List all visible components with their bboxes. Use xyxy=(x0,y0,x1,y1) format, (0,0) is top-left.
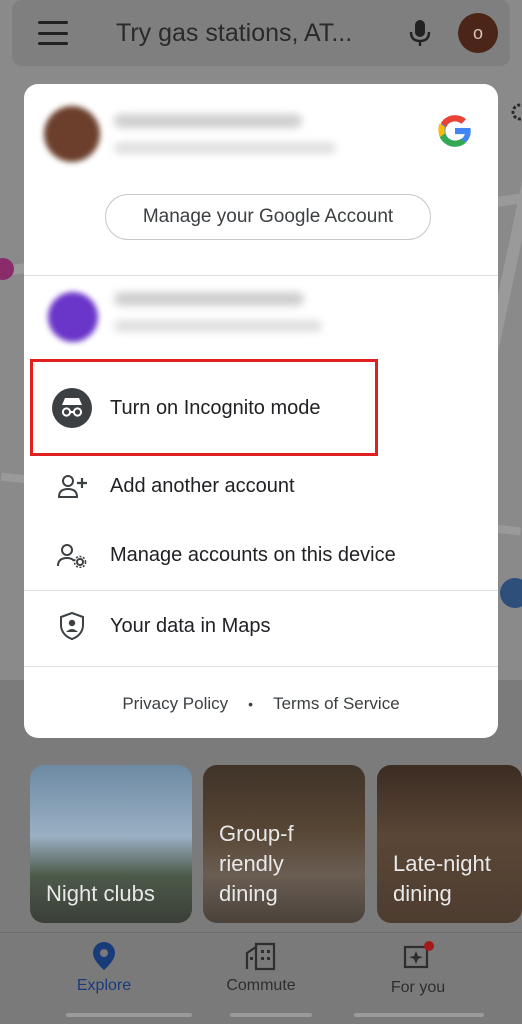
city-icon xyxy=(245,942,276,971)
divider xyxy=(24,590,498,591)
nav-explore[interactable]: Explore xyxy=(44,941,164,1001)
hamburger-menu-icon[interactable] xyxy=(38,21,68,45)
menu-item-label: Turn on Incognito mode xyxy=(110,396,321,419)
menu-item-add-account[interactable]: Add another account xyxy=(24,458,498,514)
account-avatar xyxy=(48,292,98,342)
sparkle-icon xyxy=(403,941,434,969)
secondary-account[interactable] xyxy=(24,274,498,364)
google-logo-icon xyxy=(438,115,473,147)
nav-indicator xyxy=(354,1013,484,1017)
location-pin-icon xyxy=(93,942,115,970)
tile-late-night-dining[interactable]: Late-night dining xyxy=(377,765,522,923)
tile-label: Night clubs xyxy=(46,881,155,906)
settings-gear-icon[interactable] xyxy=(508,100,522,124)
tile-label: Late-night dining xyxy=(393,851,491,906)
privacy-policy-link[interactable]: Privacy Policy xyxy=(122,694,228,714)
search-input[interactable]: Try gas stations, AT... xyxy=(116,19,408,48)
divider xyxy=(24,666,498,667)
add-person-icon xyxy=(52,466,92,506)
card-footer: Privacy Policy • Terms of Service xyxy=(24,684,498,724)
nav-label: Commute xyxy=(226,977,296,994)
nav-for-you[interactable]: For you xyxy=(358,941,478,1001)
account-name-redacted xyxy=(114,114,302,128)
manage-accounts-icon xyxy=(52,535,92,575)
manage-google-account-button[interactable]: Manage your Google Account xyxy=(105,194,431,240)
menu-item-manage-accounts[interactable]: Manage accounts on this device xyxy=(24,527,498,583)
menu-item-label: Manage accounts on this device xyxy=(110,543,396,566)
footer-separator: • xyxy=(248,696,254,712)
nav-indicator xyxy=(66,1013,192,1017)
terms-of-service-link[interactable]: Terms of Service xyxy=(273,694,400,714)
incognito-icon xyxy=(52,388,92,428)
menu-item-label: Add another account xyxy=(110,474,295,497)
current-account xyxy=(24,84,498,184)
nav-label: Explore xyxy=(76,977,132,994)
nav-label: For you xyxy=(390,979,446,996)
search-bar[interactable]: Try gas stations, AT... o xyxy=(12,0,510,66)
shield-person-icon xyxy=(52,606,92,646)
menu-item-incognito[interactable]: Turn on Incognito mode xyxy=(24,380,498,436)
explore-category-tiles: Night clubs Group-f riendly dining Late-… xyxy=(30,765,522,925)
tile-group-friendly-dining[interactable]: Group-f riendly dining xyxy=(203,765,365,923)
account-menu-card: Manage your Google Account Turn on Incog… xyxy=(24,84,498,738)
profile-avatar[interactable]: o xyxy=(458,13,498,53)
map-place-marker[interactable] xyxy=(500,578,522,608)
nav-indicator xyxy=(230,1013,312,1017)
map-place-marker[interactable] xyxy=(0,258,14,280)
tile-night-clubs[interactable]: Night clubs xyxy=(30,765,192,923)
account-email-redacted xyxy=(114,142,336,154)
menu-item-your-data[interactable]: Your data in Maps xyxy=(24,598,498,654)
microphone-icon[interactable] xyxy=(408,18,432,48)
bottom-navigation: Explore Commute For you xyxy=(0,932,522,1024)
tile-label: Group-f riendly dining xyxy=(219,821,294,906)
account-email-redacted xyxy=(114,320,322,332)
nav-commute[interactable]: Commute xyxy=(201,941,321,1001)
account-avatar xyxy=(44,106,100,162)
account-name-redacted xyxy=(114,292,304,306)
menu-item-label: Your data in Maps xyxy=(110,614,271,637)
